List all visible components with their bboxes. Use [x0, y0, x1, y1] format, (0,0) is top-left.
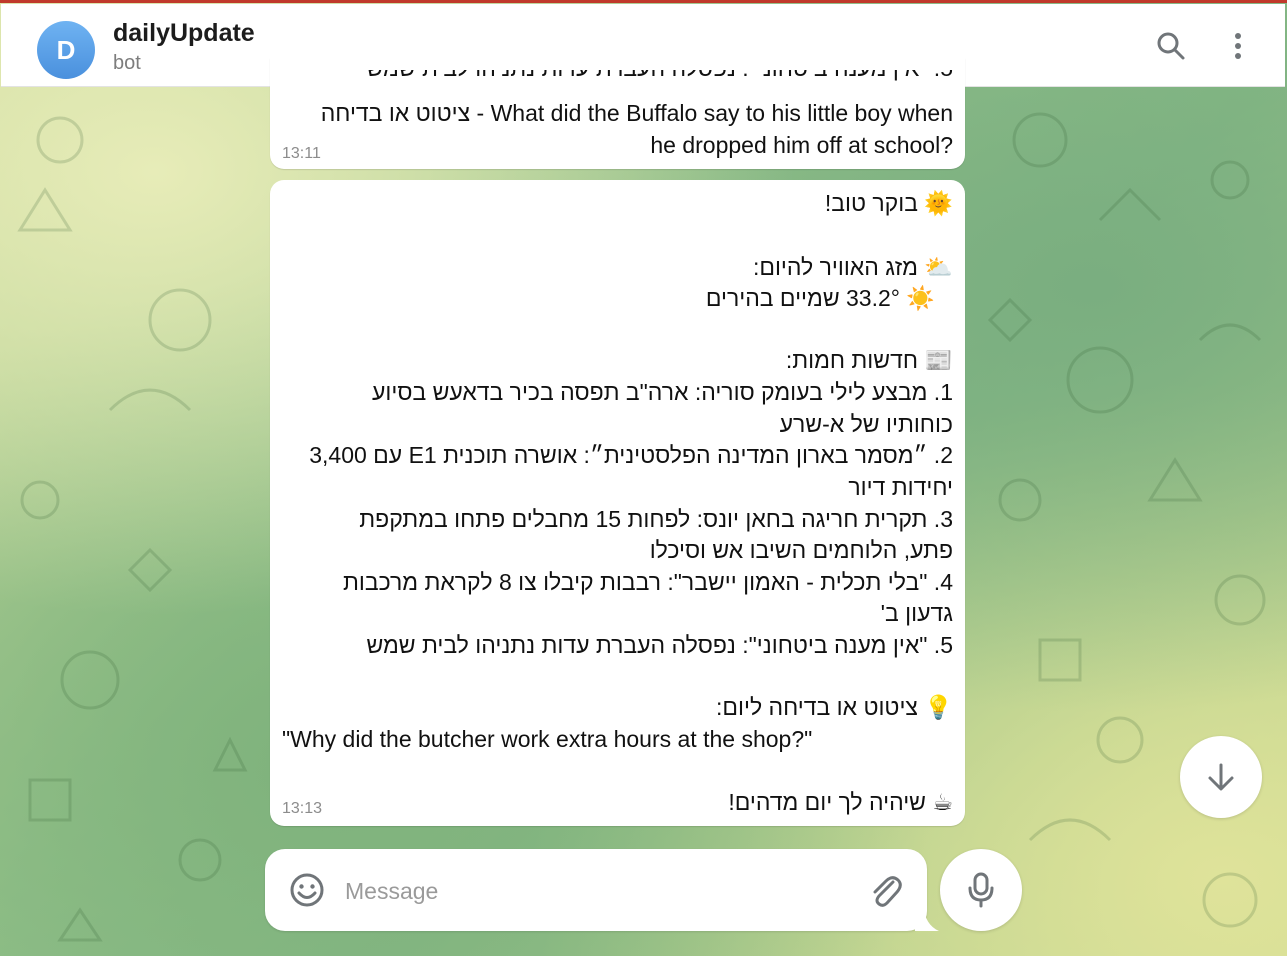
news-title: חדשות חמות: — [785, 347, 918, 373]
sun-face-icon: 🌞 — [924, 191, 953, 217]
scroll-to-bottom-button[interactable] — [1180, 736, 1262, 818]
quote-text: "Why did the butcher work extra hours at… — [282, 726, 813, 752]
partly-cloudy-icon: ⛅ — [924, 255, 953, 281]
more-vertical-icon — [1235, 33, 1241, 59]
weather-title: מזג האוויר להיום: — [752, 254, 918, 280]
greeting-text: בוקר טוב! — [824, 190, 918, 216]
avatar[interactable]: D — [37, 21, 95, 79]
attach-button[interactable] — [866, 870, 904, 910]
weather-value: 33.2° שמיים בהירים — [705, 285, 900, 311]
window-top-border — [0, 0, 1287, 3]
message-input[interactable] — [343, 873, 847, 909]
voice-record-button[interactable] — [940, 849, 1022, 931]
news-item: גדעון ב' — [880, 600, 953, 626]
message-bubble[interactable]: 🌞 בוקר טוב! ⛅ מזג האוויר להיום: ☀️ 33.2°… — [270, 180, 965, 826]
closing-line: ☕ שיהיה לך יום מדהים! — [282, 786, 953, 819]
message-time: 13:11 — [282, 145, 321, 162]
chat-title[interactable]: dailyUpdate — [113, 19, 255, 48]
sun-icon: ☀️ — [906, 286, 935, 312]
emoji-button[interactable] — [288, 871, 326, 909]
closing-text: שיהיה לך יום מדהים! — [728, 789, 926, 815]
news-title-line: 📰 חדשות חמות: — [282, 344, 953, 377]
arrow-down-icon — [1208, 763, 1234, 791]
message-text: What did the Buffalo say to his little b… — [320, 100, 953, 126]
news-item: 4. "בלי תכלית - האמון יישבר": רבבות קיבל… — [342, 569, 953, 595]
greeting-line: 🌞 בוקר טוב! — [282, 187, 953, 220]
message-text-cut: 5. "אין מענה ביטחוני": נפסלה העברת עדות … — [366, 58, 953, 81]
microphone-icon — [968, 872, 994, 908]
smiley-icon — [290, 873, 324, 907]
quote-title-line: 💡 ציטוט או בדיחה ליום: — [282, 691, 953, 724]
quote-title: ציטוט או בדיחה ליום: — [716, 694, 918, 720]
news-item: פתע, הלוחמים השיבו אש וסיכלו — [649, 537, 953, 563]
message-bubble[interactable]: 5. "אין מענה ביטחוני": נפסלה העברת עדות … — [270, 58, 965, 169]
news-item: כוחותיו של א-שרע — [779, 411, 953, 437]
news-item: 3. תקרית חריגה בחאן יונס: לפחות 15 מחבלי… — [359, 506, 953, 532]
news-item: 1. מבצע לילי בעומק סוריה: ארה"ב תפסה בכי… — [372, 379, 953, 405]
composer-tail — [915, 905, 939, 931]
light-bulb-icon: 💡 — [924, 695, 953, 721]
news-item: 2. ״מסמר בארון המדינה הפלסטינית״: אושרה … — [309, 442, 953, 468]
weather-title-line: ⛅ מזג האוויר להיום: — [282, 251, 953, 284]
more-menu-button[interactable] — [1218, 26, 1258, 66]
message-time: 13:13 — [282, 800, 323, 817]
newspaper-icon: 📰 — [924, 348, 953, 374]
chat-status: bot — [113, 52, 141, 74]
search-button[interactable] — [1151, 26, 1191, 66]
paperclip-icon — [873, 876, 902, 907]
search-icon — [1157, 32, 1185, 60]
message-text: ?he dropped him off at school — [650, 132, 953, 158]
weather-line: ☀️ 33.2° שמיים בהירים — [282, 282, 953, 315]
news-item: 5. "אין מענה ביטחוני": נפסלה העברת עדות … — [366, 632, 953, 658]
news-item: יחידות דיור — [848, 474, 953, 500]
coffee-icon: ☕ — [932, 790, 953, 816]
